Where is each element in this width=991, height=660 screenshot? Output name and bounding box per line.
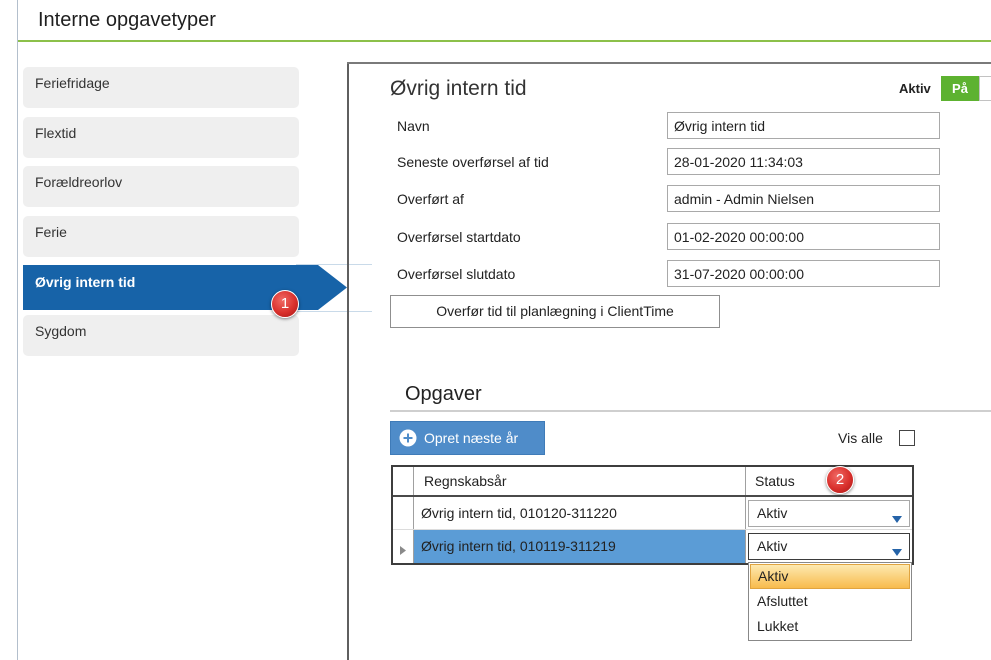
table-row[interactable]: Øvrig intern tid, 010120-311220 Aktiv [393, 497, 912, 530]
column-header-fiscal-year[interactable]: Regnskabsår [413, 467, 745, 495]
sidebar-item-sygdom[interactable]: Sygdom [23, 315, 299, 356]
window-left-border [17, 0, 18, 660]
status-dropdown-value: Aktiv [757, 538, 788, 554]
field-label-transferred-by: Overført af [397, 191, 464, 207]
active-toggle-label: Aktiv [899, 81, 931, 96]
status-cell: Aktiv [745, 497, 912, 529]
show-all-label: Vis alle [838, 430, 883, 446]
triangle-down-icon[interactable] [892, 510, 902, 523]
last-transfer-field[interactable] [667, 148, 940, 175]
create-next-year-button[interactable]: Opret næste år [390, 421, 545, 455]
name-field[interactable] [667, 112, 940, 139]
status-cell: Aktiv [745, 530, 912, 563]
tasks-section-divider [390, 410, 991, 412]
row-selector[interactable] [393, 497, 413, 529]
status-dropdown[interactable]: Aktiv [748, 533, 910, 560]
transfer-start-field[interactable] [667, 223, 940, 250]
detail-title: Øvrig intern tid [390, 77, 527, 100]
status-dropdown-value: Aktiv [757, 505, 788, 521]
sidebar-item-flextid[interactable]: Flextid [23, 117, 299, 158]
status-option-afsluttet[interactable]: Afsluttet [749, 589, 911, 614]
field-label-last-transfer: Seneste overførsel af tid [397, 154, 549, 170]
selection-guide-line-bottom [296, 311, 372, 312]
tasks-section-title: Opgaver [405, 383, 482, 405]
fiscal-year-cell[interactable]: Øvrig intern tid, 010119-311219 [413, 530, 745, 563]
status-option-lukket[interactable]: Lukket [749, 614, 911, 639]
detail-panel-left-border [347, 62, 349, 660]
callout-badge-2: 2 [826, 466, 854, 494]
row-selector-header [393, 467, 413, 495]
active-toggle-off[interactable] [979, 76, 991, 101]
transfer-time-button[interactable]: Overfør tid til planlægning i ClientTime [390, 295, 720, 328]
show-all-checkbox[interactable] [899, 430, 915, 446]
triangle-down-icon[interactable] [892, 543, 902, 556]
callout-badge-1: 1 [271, 290, 299, 318]
sidebar-item-foraeldreorlov[interactable]: Forældreorlov [23, 166, 299, 207]
transferred-by-field[interactable] [667, 185, 940, 212]
fiscal-year-cell[interactable]: Øvrig intern tid, 010120-311220 [413, 497, 745, 529]
selection-guide-line-top [296, 264, 372, 265]
field-label-navn: Navn [397, 118, 430, 134]
table-row[interactable]: Øvrig intern tid, 010119-311219 Aktiv [393, 530, 912, 563]
row-selector[interactable] [393, 530, 413, 563]
status-dropdown[interactable]: Aktiv [748, 500, 910, 527]
sidebar-item-ferie[interactable]: Ferie [23, 216, 299, 257]
field-label-transfer-end: Overførsel slutdato [397, 266, 516, 282]
status-option-aktiv[interactable]: Aktiv [750, 564, 910, 589]
active-toggle-on[interactable]: På [941, 76, 979, 101]
header-accent-line [18, 40, 991, 42]
sidebar-item-feriefridage[interactable]: Feriefridage [23, 67, 299, 108]
status-dropdown-list: Aktiv Afsluttet Lukket [748, 562, 912, 641]
page-title: Interne opgavetyper [38, 9, 216, 31]
transfer-end-field[interactable] [667, 260, 940, 287]
row-pointer-icon [400, 542, 406, 555]
field-label-transfer-start: Overførsel startdato [397, 229, 521, 245]
detail-panel-top-border [347, 62, 991, 64]
plus-circle-icon [399, 429, 417, 447]
create-next-year-label: Opret næste år [424, 430, 519, 446]
